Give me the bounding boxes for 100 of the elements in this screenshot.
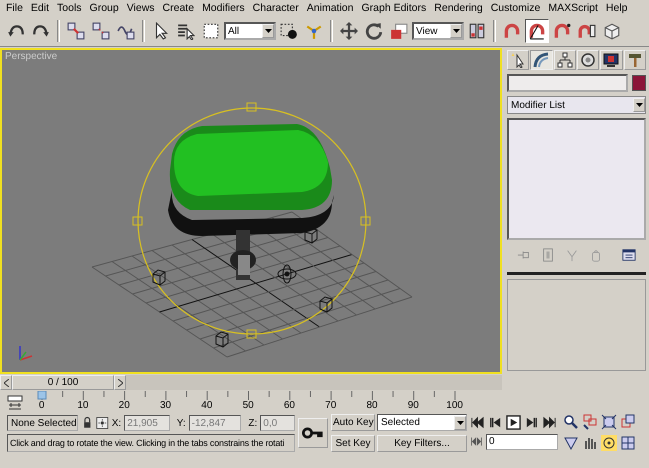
- go-to-end-icon: [542, 415, 557, 430]
- wheel-icon: [580, 52, 596, 68]
- color-swatch[interactable]: [632, 75, 646, 91]
- menu-item[interactable]: Modifiers: [198, 2, 249, 14]
- menu-item[interactable]: Edit: [26, 2, 54, 14]
- key-mode-button[interactable]: [470, 435, 483, 448]
- frame-number: 60: [284, 400, 295, 412]
- arc-icon: [533, 52, 550, 68]
- set-key-button[interactable]: Set Key: [331, 435, 375, 452]
- next-arrow-button[interactable]: [114, 375, 126, 390]
- zoom-extents-all-icon: [620, 414, 636, 430]
- current-frame-field[interactable]: 0: [486, 434, 558, 450]
- monitor-icon: [603, 52, 620, 68]
- panel-tab[interactable]: [624, 50, 646, 70]
- hand-icon: [582, 435, 598, 451]
- fork-icon: [565, 248, 579, 262]
- configure-icon: [622, 248, 636, 262]
- caret-icon: [264, 29, 272, 33]
- scale-icon: [390, 22, 408, 40]
- panel-tab[interactable]: [507, 50, 530, 70]
- axis-tripod-icon: [19, 346, 32, 361]
- zoom-all-icon: [582, 414, 598, 430]
- key-mode-dropdown[interactable]: Selected: [377, 414, 467, 431]
- frame-number: 0: [38, 400, 44, 412]
- magnet-icon: [503, 22, 521, 40]
- select-by-name-icon: [177, 22, 195, 40]
- previous-arrow-button[interactable]: [0, 375, 12, 390]
- key-mode-icon: [470, 435, 483, 448]
- modifier-stack[interactable]: [507, 118, 646, 240]
- light-icon: [278, 264, 296, 284]
- menu-item[interactable]: File: [2, 2, 27, 14]
- modifier-list-dropdown[interactable]: Modifier List: [507, 96, 646, 114]
- key-filters-button[interactable]: Key Filters...: [377, 435, 467, 452]
- box-icon: [603, 22, 621, 40]
- camera-icon: [320, 296, 332, 313]
- menu-item[interactable]: Character: [248, 2, 303, 14]
- next-frame-icon: [524, 415, 539, 430]
- time-slider-thumb[interactable]: 0 / 100: [12, 375, 114, 390]
- magnet-icon: [553, 22, 571, 40]
- frame-number: 30: [160, 400, 172, 412]
- panel-tab[interactable]: [530, 50, 553, 70]
- caret-icon: [456, 420, 464, 424]
- unlink-icon: [92, 22, 110, 40]
- frame-number: 80: [366, 400, 378, 412]
- bars-icon: [541, 248, 555, 262]
- next-frame-button[interactable]: [524, 415, 539, 430]
- play-button[interactable]: [506, 415, 521, 430]
- play-icon: [506, 415, 521, 430]
- orbit-icon: [601, 435, 617, 451]
- camera-icon: [216, 331, 228, 348]
- dotted-rectangle-icon: [202, 22, 220, 40]
- panel-tab[interactable]: [554, 50, 576, 70]
- window-crossing-icon: [280, 22, 298, 40]
- menu-item[interactable]: Create: [158, 2, 198, 14]
- z-coordinate-field[interactable]: 0,0: [260, 415, 296, 431]
- y-label: Y:: [176, 418, 186, 428]
- cursor-star-icon: [510, 52, 526, 68]
- frame-number: 20: [118, 400, 130, 412]
- menu-item[interactable]: Help: [602, 2, 632, 14]
- pivot-icon: [468, 22, 486, 40]
- frame-number: 40: [201, 400, 212, 412]
- angle-magnet-button[interactable]: [525, 19, 549, 43]
- toolbar-dropdown[interactable]: View: [412, 22, 464, 40]
- hammer-icon: [626, 52, 643, 68]
- key-button[interactable]: [298, 418, 328, 448]
- orbit-button[interactable]: [601, 435, 619, 454]
- menu-item[interactable]: MAXScript: [544, 2, 602, 14]
- menu-item[interactable]: Customize: [486, 2, 544, 14]
- move-icon: [340, 22, 358, 40]
- go-to-start-icon: [470, 415, 485, 430]
- menu-item[interactable]: Tools: [53, 2, 86, 14]
- frame-number: 10: [77, 400, 88, 412]
- caret-icon: [636, 103, 642, 107]
- frame-number: 90: [408, 400, 419, 412]
- go-to-start-button[interactable]: [470, 415, 485, 430]
- menu-item[interactable]: Rendering: [430, 2, 487, 14]
- previous-frame-icon: [488, 415, 503, 430]
- menu-item[interactable]: Animation: [302, 2, 358, 14]
- frame-number: 70: [325, 400, 336, 412]
- panel-tab[interactable]: [576, 50, 600, 70]
- menu-item[interactable]: Group: [86, 2, 123, 14]
- menu-item[interactable]: Views: [122, 2, 159, 14]
- name-field[interactable]: [507, 74, 628, 92]
- z-label: Z:: [248, 418, 258, 428]
- go-to-end-button[interactable]: [542, 415, 557, 430]
- transform-gizmo[interactable]: [132, 102, 370, 338]
- camera-icon: [304, 227, 318, 244]
- panel-tab[interactable]: [600, 50, 623, 70]
- auto-key-button[interactable]: Auto Key: [331, 414, 375, 431]
- selection-info: None Selected: [7, 415, 78, 431]
- rotate-icon: [365, 22, 383, 40]
- toolbar-dropdown[interactable]: All: [224, 22, 276, 40]
- camera-icon: [152, 269, 166, 286]
- hierarchy-icon: [556, 52, 573, 68]
- frame-number: 100: [446, 400, 463, 412]
- previous-frame-button[interactable]: [488, 415, 503, 430]
- field-of-view-icon: [563, 435, 579, 451]
- frame-number: 50: [242, 400, 254, 412]
- menu-item[interactable]: Graph Editors: [357, 2, 430, 14]
- right-chevron-icon: [118, 378, 122, 386]
